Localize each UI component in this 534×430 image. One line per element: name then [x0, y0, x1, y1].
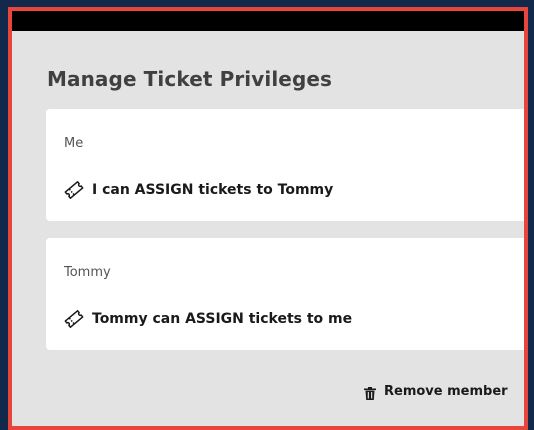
privilege-row[interactable]: I can ASSIGN tickets to Tommy — [64, 180, 333, 200]
privilege-card-me: Me I can ASSIGN tickets to Tommy — [46, 109, 524, 221]
privilege-owner-label: Me — [64, 136, 84, 151]
privilege-text: I can ASSIGN tickets to Tommy — [92, 182, 334, 198]
privilege-row[interactable]: Tommy can ASSIGN tickets to me — [64, 309, 352, 329]
panel-title: Manage Ticket Privileges — [47, 67, 333, 91]
ticket-icon — [64, 180, 84, 200]
privilege-text: Tommy can ASSIGN tickets to me — [92, 311, 353, 327]
remove-member-label: Remove member — [384, 384, 508, 399]
privilege-card-tommy: Tommy Tommy can ASSIGN tickets to me — [46, 238, 524, 350]
manage-privileges-panel: Manage Ticket Privileges Me I can ASSIGN… — [8, 7, 528, 430]
trash-icon — [364, 385, 376, 400]
top-bar — [12, 11, 524, 31]
privilege-owner-label: Tommy — [64, 265, 111, 280]
remove-member-button[interactable]: Remove member — [364, 384, 508, 400]
ticket-icon — [64, 309, 84, 329]
